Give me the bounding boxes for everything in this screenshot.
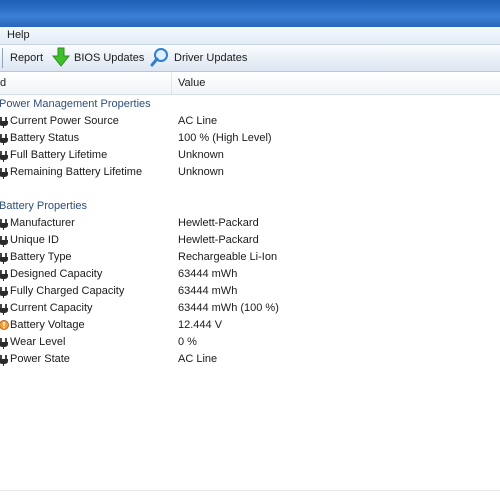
divider [0,490,500,491]
plug-icon [0,116,9,128]
property-value: 100 % (High Level) [178,132,272,144]
menu-help[interactable]: Help [7,29,30,41]
group-title: Battery Properties [0,200,88,212]
group-header[interactable]: Battery Properties [0,198,500,215]
property-name: Current Capacity [10,302,93,314]
property-value: 63444 mWh [178,285,238,297]
list-item[interactable]: Full Battery Lifetime Unknown [0,147,500,164]
toolbar-separator [2,48,3,68]
toolbar: Report BIOS Updates Driver Updates [0,45,500,72]
group-header[interactable]: Power Management Properties [0,96,500,113]
property-value: Hewlett-Packard [178,217,259,229]
list-item[interactable]: Wear Level 0 % [0,334,500,351]
property-name: Battery Voltage [10,319,85,331]
bios-updates-button[interactable]: BIOS Updates [51,45,145,71]
property-value: 63444 mWh [178,268,238,280]
column-header-field[interactable]: d [0,77,6,89]
property-value: Rechargeable Li-Ion [178,251,278,263]
plug-icon [0,303,9,315]
property-name: Remaining Battery Lifetime [10,166,143,178]
window-titlebar[interactable] [0,0,500,27]
list-item[interactable]: Current Power Source AC Line [0,113,500,130]
warning-icon [0,320,9,330]
magnifier-icon [150,47,170,70]
plug-icon [0,286,9,298]
property-name: Power State [10,353,70,365]
plug-icon [0,133,9,145]
list-item[interactable]: Fully Charged Capacity 63444 mWh [0,283,500,300]
plug-icon [0,218,9,230]
plug-icon [0,235,9,247]
plug-icon [0,150,9,162]
property-name: Manufacturer [10,217,75,229]
property-value: 63444 mWh (100 %) [178,302,279,314]
property-value: AC Line [178,115,218,127]
driver-updates-button[interactable]: Driver Updates [150,45,247,71]
report-label: Report [10,52,44,64]
property-value: AC Line [178,353,218,365]
list-item[interactable]: Unique ID Hewlett-Packard [0,232,500,249]
property-value: Unknown [178,166,224,178]
property-name: Current Power Source [10,115,119,127]
plug-icon [0,269,9,281]
plug-icon [0,167,9,179]
property-name: Fully Charged Capacity [10,285,125,297]
column-header: d Value [0,72,500,95]
property-name: Full Battery Lifetime [10,149,108,161]
report-button[interactable]: Report [10,45,43,71]
property-value: 0 % [178,336,197,348]
list-item[interactable]: Battery Status 100 % (High Level) [0,130,500,147]
list-item[interactable]: Manufacturer Hewlett-Packard [0,215,500,232]
download-arrow-icon [51,47,71,70]
plug-icon [0,252,9,264]
property-name: Wear Level [10,336,66,348]
list-item[interactable]: Current Capacity 63444 mWh (100 %) [0,300,500,317]
bios-updates-label: BIOS Updates [74,52,145,64]
group-title: Power Management Properties [0,98,151,110]
column-divider[interactable] [171,72,172,94]
list-item[interactable]: Remaining Battery Lifetime Unknown [0,164,500,181]
property-value: Hewlett-Packard [178,234,259,246]
property-name: Unique ID [10,234,59,246]
list-item[interactable]: Designed Capacity 63444 mWh [0,266,500,283]
property-name: Battery Type [10,251,72,263]
plug-icon [0,354,9,366]
property-name: Battery Status [10,132,80,144]
list-item[interactable]: Battery Voltage 12.444 V [0,317,500,334]
list-item[interactable]: Power State AC Line [0,351,500,368]
property-value: Unknown [178,149,224,161]
menu-bar: Help [0,27,500,45]
list-item[interactable]: Battery Type Rechargeable Li-Ion [0,249,500,266]
plug-icon [0,337,9,349]
property-name: Designed Capacity [10,268,103,280]
column-header-value[interactable]: Value [178,77,205,89]
driver-updates-label: Driver Updates [174,52,248,64]
property-value: 12.444 V [178,319,223,331]
